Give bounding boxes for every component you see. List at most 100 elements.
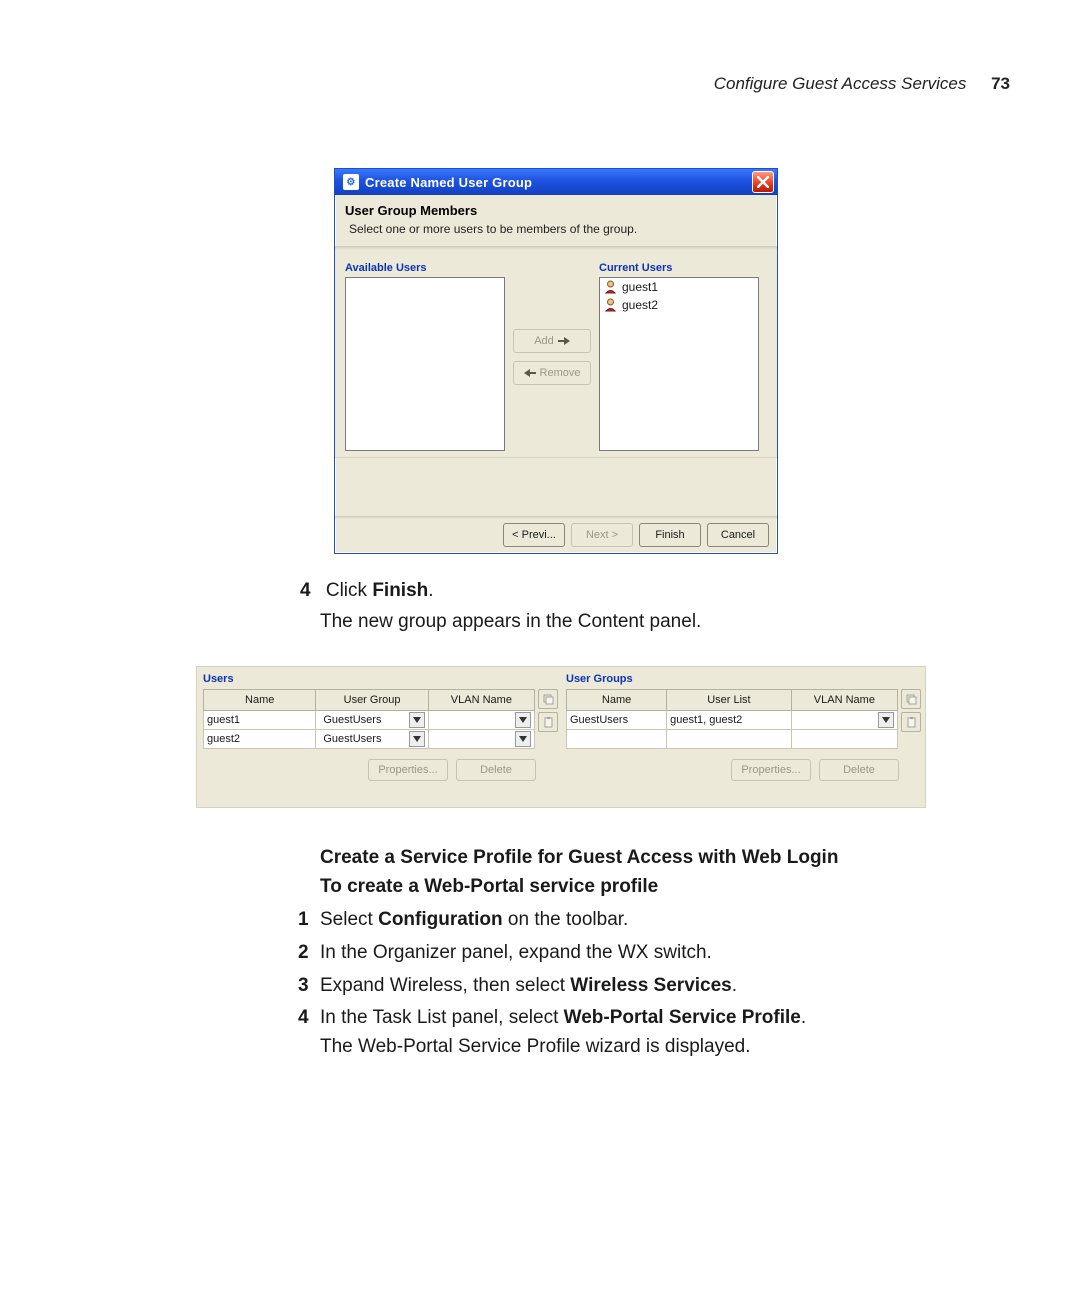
remove-button[interactable]: Remove: [513, 361, 591, 385]
step-4-prefix: Click: [326, 580, 372, 601]
groups-table-title: User Groups: [566, 673, 919, 685]
cell-vlan: [428, 730, 534, 749]
cell-group-name: GuestUsers: [567, 711, 667, 730]
paste-icon-button[interactable]: [901, 712, 921, 732]
lower-body: Create a Service Profile for Guest Acces…: [320, 844, 960, 1062]
col-group-name[interactable]: Name: [567, 690, 667, 711]
step-line: 4 In the Task List panel, select Web-Por…: [320, 1004, 960, 1033]
col-vlan[interactable]: VLAN Name: [428, 690, 534, 711]
delete-button[interactable]: Delete: [819, 759, 899, 781]
current-users-col: Current Users guest1 guest2: [599, 262, 759, 451]
close-icon: [757, 176, 769, 188]
list-item-label: guest1: [622, 280, 658, 294]
page: Configure Guest Access Services 73 ⚙ Cre…: [0, 0, 1080, 1296]
app-icon: ⚙: [343, 174, 359, 190]
available-users-label: Available Users: [345, 262, 505, 274]
available-users-listbox[interactable]: [345, 277, 505, 451]
chevron-down-icon: [515, 731, 531, 747]
running-header: Configure Guest Access Services 73: [714, 74, 1010, 94]
col-name[interactable]: Name: [204, 690, 316, 711]
cell-name: guest1: [204, 711, 316, 730]
vlan-combo[interactable]: [795, 712, 894, 728]
group-combo[interactable]: GuestUsers: [319, 731, 424, 747]
step-4-suffix: .: [428, 580, 433, 601]
groups-table[interactable]: Name User List VLAN Name GuestUsers gues…: [566, 689, 898, 749]
groups-footer: Properties... Delete: [566, 759, 919, 781]
step-number: 4: [300, 580, 311, 601]
cell-vlan: [428, 711, 534, 730]
users-groups-panel: Users Name User Group VLAN Name guest1 G…: [196, 666, 926, 808]
step-number: 4: [298, 1004, 309, 1033]
groups-side-buttons: [901, 689, 919, 732]
panel-heading: User Group Members: [335, 195, 777, 220]
add-button-label: Add: [534, 335, 554, 347]
titlebar[interactable]: ⚙ Create Named User Group: [335, 169, 777, 195]
step-line: 2 In the Organizer panel, expand the WX …: [320, 939, 960, 968]
col-user-group[interactable]: User Group: [316, 690, 428, 711]
cell-group: GuestUsers: [316, 730, 428, 749]
properties-button[interactable]: Properties...: [731, 759, 811, 781]
users-footer: Properties... Delete: [203, 759, 556, 781]
remove-button-label: Remove: [540, 367, 581, 379]
arrow-left-icon: [524, 368, 536, 378]
col-group-vlan[interactable]: VLAN Name: [791, 690, 897, 711]
step-line: 1 Select Configuration on the toolbar.: [320, 906, 960, 935]
users-table-col: Users Name User Group VLAN Name guest1 G…: [203, 673, 556, 781]
step-4-bold: Finish: [372, 580, 428, 601]
groups-table-col: User Groups Name User List VLAN Name Gue…: [566, 673, 919, 781]
next-button[interactable]: Next >: [571, 523, 633, 547]
window-title: Create Named User Group: [365, 175, 532, 190]
chevron-down-icon: [409, 731, 425, 747]
users-table-title: Users: [203, 673, 556, 685]
wizard-footer: < Previ... Next > Finish Cancel: [503, 523, 769, 547]
table-row: [567, 730, 898, 749]
current-users-label: Current Users: [599, 262, 759, 274]
chevron-down-icon: [515, 712, 531, 728]
step-number: 1: [298, 906, 309, 935]
previous-button[interactable]: < Previ...: [503, 523, 565, 547]
step-result: The Web-Portal Service Profile wizard is…: [320, 1033, 960, 1062]
col-user-list[interactable]: User List: [667, 690, 792, 711]
properties-button[interactable]: Properties...: [368, 759, 448, 781]
copy-icon-button[interactable]: [901, 689, 921, 709]
step-4-result: The new group appears in the Content pan…: [320, 611, 701, 633]
create-user-group-dialog: ⚙ Create Named User Group User Group Mem…: [334, 168, 778, 554]
step-number: 2: [298, 939, 309, 968]
users-table[interactable]: Name User Group VLAN Name guest1 GuestUs…: [203, 689, 535, 749]
table-row[interactable]: guest1 GuestUsers: [204, 711, 535, 730]
vlan-combo[interactable]: [432, 731, 531, 747]
list-item[interactable]: guest2: [600, 296, 758, 314]
footer-separator: [335, 516, 777, 519]
close-button[interactable]: [752, 171, 774, 193]
cell-user-list: guest1, guest2: [667, 711, 792, 730]
chevron-down-icon: [878, 712, 894, 728]
step-4-line: 4 Click Finish.: [300, 580, 434, 602]
list-item[interactable]: guest1: [600, 278, 758, 296]
delete-button[interactable]: Delete: [456, 759, 536, 781]
available-users-col: Available Users: [345, 262, 505, 451]
copy-icon-button[interactable]: [538, 689, 558, 709]
cancel-button[interactable]: Cancel: [707, 523, 769, 547]
section-heading-1: Create a Service Profile for Guest Acces…: [320, 844, 960, 873]
arrow-right-icon: [558, 336, 570, 346]
chevron-down-icon: [409, 712, 425, 728]
add-button[interactable]: Add: [513, 329, 591, 353]
section-heading-2: To create a Web-Portal service profile: [320, 873, 960, 902]
panel-subtext: Select one or more users to be members o…: [335, 220, 777, 246]
user-icon: [604, 280, 617, 294]
table-row[interactable]: GuestUsers guest1, guest2: [567, 711, 898, 730]
finish-button[interactable]: Finish: [639, 523, 701, 547]
vlan-combo[interactable]: [432, 712, 531, 728]
cell-name: guest2: [204, 730, 316, 749]
cell-group: GuestUsers: [316, 711, 428, 730]
transfer-buttons: Add Remove: [513, 262, 591, 451]
users-side-buttons: [538, 689, 556, 732]
table-row[interactable]: guest2 GuestUsers: [204, 730, 535, 749]
group-combo[interactable]: GuestUsers: [319, 712, 424, 728]
user-icon: [604, 298, 617, 312]
page-number: 73: [991, 74, 1010, 93]
current-users-listbox[interactable]: guest1 guest2: [599, 277, 759, 451]
step-number: 3: [298, 972, 309, 1001]
section-title: Configure Guest Access Services: [714, 74, 967, 93]
paste-icon-button[interactable]: [538, 712, 558, 732]
